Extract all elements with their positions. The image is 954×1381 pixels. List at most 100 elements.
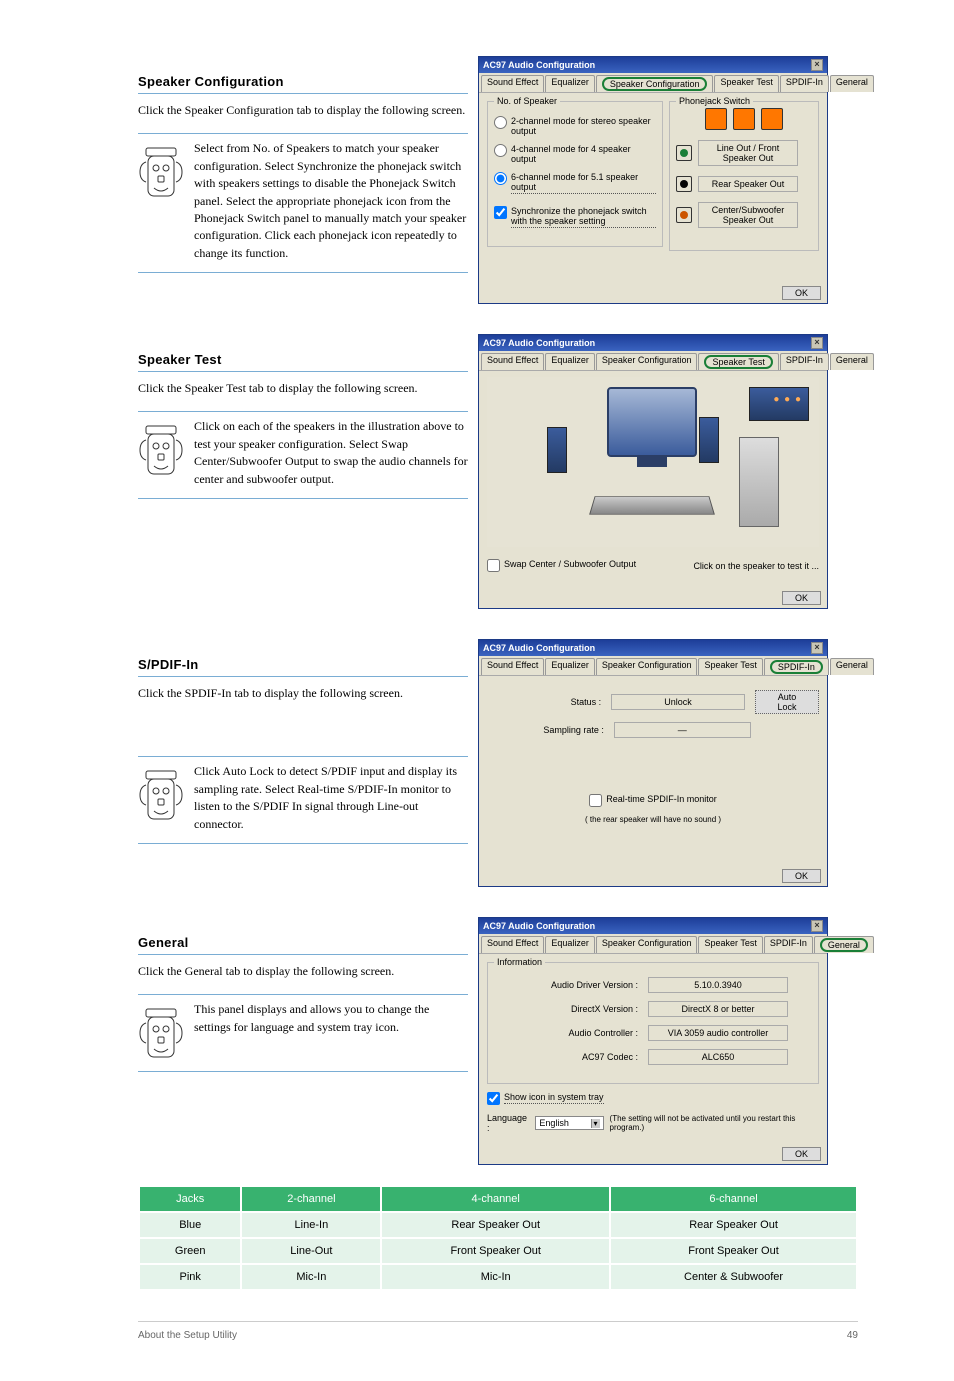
jack-rear-icon[interactable] xyxy=(676,176,692,192)
tab-general[interactable]: General xyxy=(814,936,874,953)
note-bottom-rule xyxy=(138,843,468,844)
ok-button[interactable]: OK xyxy=(782,286,821,300)
table-cell: Green xyxy=(139,1238,241,1264)
close-icon[interactable]: × xyxy=(811,337,823,349)
note-top-rule xyxy=(138,411,468,412)
section-title-speaker-configuration: Speaker Configuration xyxy=(138,74,468,89)
dialog-titlebar[interactable]: AC97 Audio Configuration × xyxy=(479,57,827,73)
keyboard-icon xyxy=(589,496,715,514)
tab-equalizer[interactable]: Equalizer xyxy=(545,936,595,953)
dialog-title: AC97 Audio Configuration xyxy=(483,643,595,653)
auto-lock-button[interactable]: Auto Lock xyxy=(755,690,819,714)
tab-speaker-test[interactable]: Speaker Test xyxy=(698,658,762,675)
audio-controller-value: VIA 3059 audio controller xyxy=(648,1025,788,1041)
dialog-titlebar[interactable]: AC97 Audio Configuration × xyxy=(479,335,827,351)
section-body-speaker-configuration: Click the Speaker Configuration tab to d… xyxy=(138,102,468,119)
section-rule xyxy=(138,676,468,677)
tab-speaker-test[interactable]: Speaker Test xyxy=(698,936,762,953)
note-text-speaker-test: Click on each of the speakers in the ill… xyxy=(188,418,468,488)
note-robot-icon xyxy=(138,1007,188,1061)
note-robot-icon xyxy=(138,424,188,478)
tab-speaker-configuration[interactable]: Speaker Configuration xyxy=(596,353,698,370)
dialog-speaker-test: AC97 Audio Configuration × Sound Effect … xyxy=(478,334,828,609)
right-speaker-icon[interactable] xyxy=(699,417,719,463)
tab-spdif-in[interactable]: SPDIF-In xyxy=(764,936,813,953)
table-cell: Line-In xyxy=(241,1212,381,1238)
language-restart-note: (The setting will not be activated until… xyxy=(610,1114,819,1132)
tab-speaker-configuration[interactable]: Speaker Configuration xyxy=(596,658,698,675)
checkbox-swap-label: Swap Center / Subwoofer Output xyxy=(504,559,636,569)
note-text-general: This panel displays and allows you to ch… xyxy=(188,1001,468,1036)
note-top-rule xyxy=(138,756,468,757)
tab-highlight-icon: General xyxy=(820,938,868,952)
note-robot-icon xyxy=(138,146,188,200)
phonejack-illustration-icon xyxy=(733,108,755,130)
tab-sound-effect[interactable]: Sound Effect xyxy=(481,75,544,92)
jack-lineout-icon[interactable] xyxy=(676,145,692,161)
sampling-value: — xyxy=(614,722,751,738)
ok-button[interactable]: OK xyxy=(782,591,821,605)
note-text-speaker-configuration: Select from No. of Speakers to match you… xyxy=(188,140,468,262)
table-header: Jacks xyxy=(139,1186,241,1212)
section-rule xyxy=(138,93,468,94)
jack-functions-table: Jacks 2-channel 4-channel 6-channel Blue… xyxy=(138,1185,858,1291)
close-icon[interactable]: × xyxy=(811,920,823,932)
close-icon[interactable]: × xyxy=(811,59,823,71)
dialog-titlebar[interactable]: AC97 Audio Configuration × xyxy=(479,918,827,934)
note-top-rule xyxy=(138,994,468,995)
chevron-down-icon: ▾ xyxy=(591,1119,600,1128)
subwoofer-icon[interactable]: ● ● ● xyxy=(749,387,809,421)
checkbox-realtime-spdif[interactable] xyxy=(589,794,602,807)
table-row: Blue Line-In Rear Speaker Out Rear Speak… xyxy=(139,1212,857,1238)
tab-spdif-in[interactable]: SPDIF-In xyxy=(764,658,829,675)
checkbox-show-icon[interactable] xyxy=(487,1092,500,1105)
jack-center-icon[interactable] xyxy=(676,207,692,223)
sampling-label: Sampling rate : xyxy=(487,725,604,735)
audio-driver-label: Audio Driver Version : xyxy=(518,980,638,990)
realtime-sub-note: ( the rear speaker will have no sound ) xyxy=(487,815,819,824)
tab-sound-effect[interactable]: Sound Effect xyxy=(481,936,544,953)
language-value: English xyxy=(539,1118,569,1128)
radio-2ch[interactable] xyxy=(494,116,507,129)
checkbox-swap[interactable] xyxy=(487,559,500,572)
ok-button[interactable]: OK xyxy=(782,1147,821,1161)
dialog-titlebar[interactable]: AC97 Audio Configuration × xyxy=(479,640,827,656)
directx-label: DirectX Version : xyxy=(518,1004,638,1014)
tab-spdif-in[interactable]: SPDIF-In xyxy=(780,353,829,370)
tab-general[interactable]: General xyxy=(830,353,874,370)
tab-general[interactable]: General xyxy=(830,75,874,92)
monitor-icon xyxy=(607,387,697,457)
section-rule xyxy=(138,954,468,955)
section-title-general: General xyxy=(138,935,468,950)
radio-4ch[interactable] xyxy=(494,144,507,157)
phonejack-illustration-icon xyxy=(705,108,727,130)
speaker-test-illustration: ● ● ● xyxy=(487,377,819,547)
left-speaker-icon[interactable] xyxy=(547,427,567,473)
tab-speaker-configuration[interactable]: Speaker Configuration xyxy=(596,936,698,953)
tab-highlight-icon: Speaker Configuration xyxy=(602,77,708,91)
codec-label: AC97 Codec : xyxy=(518,1052,638,1062)
tab-sound-effect[interactable]: Sound Effect xyxy=(481,658,544,675)
close-icon[interactable]: × xyxy=(811,642,823,654)
tab-equalizer[interactable]: Equalizer xyxy=(545,658,595,675)
tab-speaker-test[interactable]: Speaker Test xyxy=(714,75,778,92)
table-header: 4-channel xyxy=(381,1186,610,1212)
pc-tower-icon xyxy=(739,437,779,527)
tab-general[interactable]: General xyxy=(830,658,874,675)
section-title-spdif-in: S/PDIF-In xyxy=(138,657,468,672)
checkbox-sync[interactable] xyxy=(494,206,507,219)
tab-highlight-icon: Speaker Test xyxy=(704,355,772,369)
tab-sound-effect[interactable]: Sound Effect xyxy=(481,353,544,370)
tab-spdif-in[interactable]: SPDIF-In xyxy=(780,75,829,92)
dialog-title: AC97 Audio Configuration xyxy=(483,338,595,348)
section-body-general: Click the General tab to display the fol… xyxy=(138,963,468,980)
tab-speaker-test[interactable]: Speaker Test xyxy=(698,353,778,370)
tab-speaker-configuration[interactable]: Speaker Configuration xyxy=(596,75,714,92)
table-cell: Blue xyxy=(139,1212,241,1238)
tab-equalizer[interactable]: Equalizer xyxy=(545,353,595,370)
tab-equalizer[interactable]: Equalizer xyxy=(545,75,595,92)
tab-row: Sound Effect Equalizer Speaker Configura… xyxy=(479,73,827,93)
radio-6ch[interactable] xyxy=(494,172,507,185)
language-select[interactable]: English ▾ xyxy=(535,1116,603,1130)
ok-button[interactable]: OK xyxy=(782,869,821,883)
